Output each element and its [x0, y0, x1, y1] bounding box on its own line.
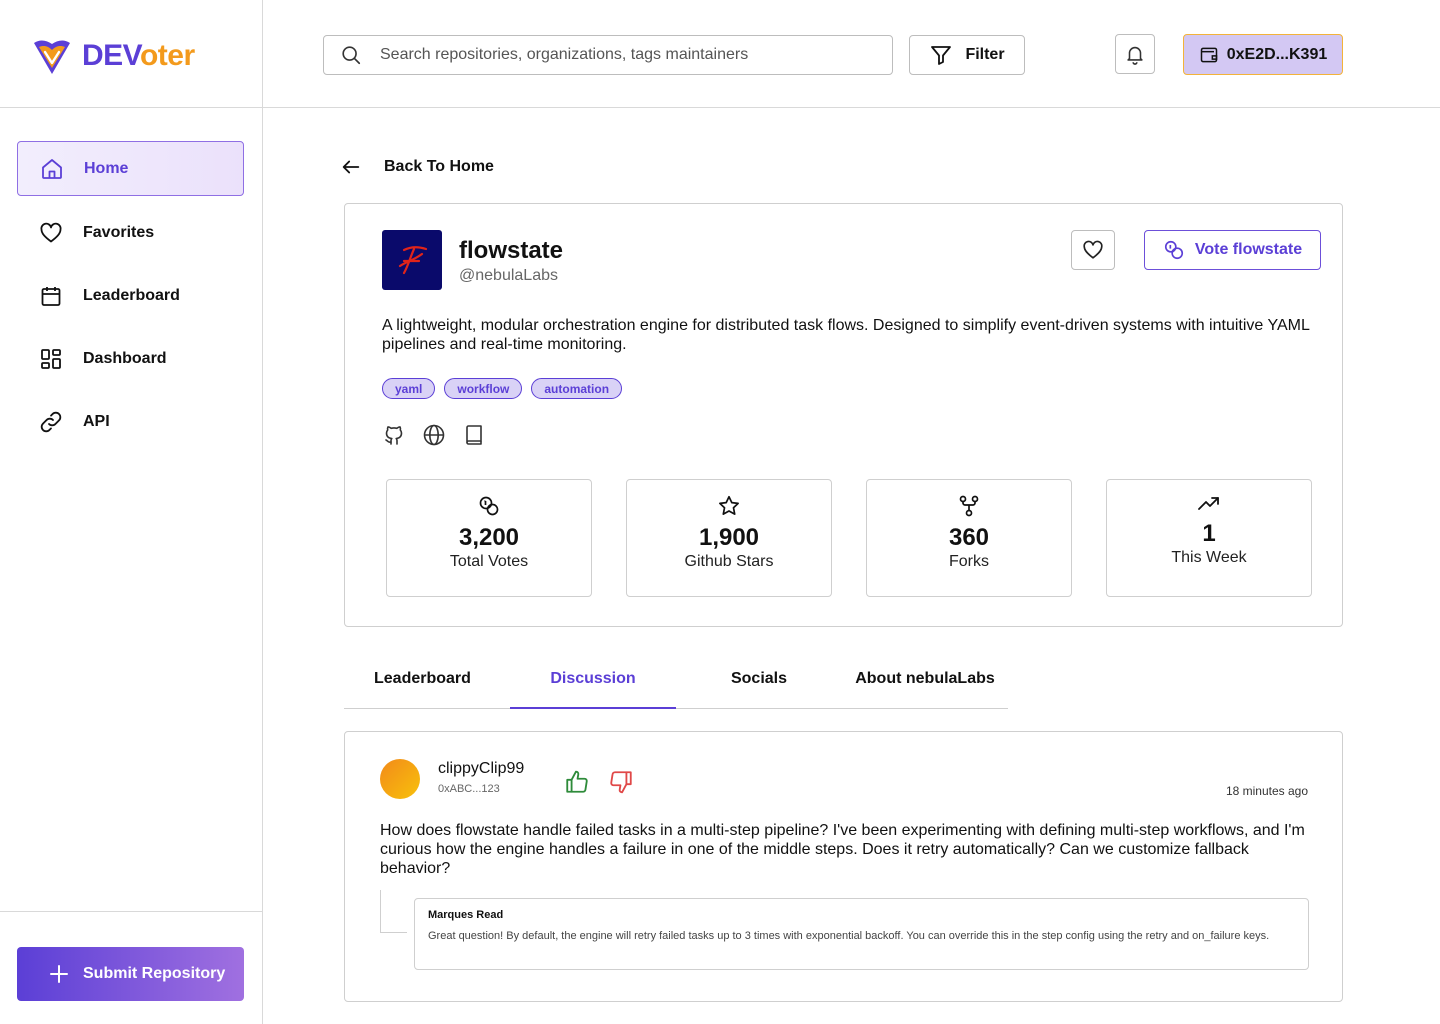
sidebar-item-label: Leaderboard	[83, 286, 180, 304]
plus-icon	[50, 965, 68, 983]
stat-github-stars: 1,900 Github Stars	[626, 479, 832, 597]
sidebar-item-label: Dashboard	[83, 349, 167, 367]
tab-about[interactable]: About nebulaLabs	[842, 650, 1008, 708]
back-to-home-link[interactable]: Back To Home	[340, 156, 494, 178]
filter-icon	[931, 46, 952, 65]
submit-repository-button[interactable]: Submit Repository	[17, 947, 244, 1001]
book-icon[interactable]	[462, 423, 486, 447]
wallet-address: 0xE2D...K391	[1226, 45, 1328, 63]
avatar[interactable]	[380, 759, 420, 799]
wallet-icon	[1200, 47, 1217, 62]
header-divider	[263, 107, 1440, 108]
sidebar-item-leaderboard[interactable]: Leaderboard	[17, 268, 244, 323]
comment-body: How does flowstate handle failed tasks i…	[380, 822, 1305, 877]
stat-value: 1	[1202, 520, 1216, 547]
heart-icon	[38, 220, 64, 246]
sidebar-item-label: API	[83, 412, 110, 430]
back-to-home-label: Back To Home	[384, 158, 494, 175]
link-icon	[38, 409, 64, 435]
fork-icon	[959, 495, 979, 517]
filter-label: Filter	[965, 46, 1005, 63]
comment-timestamp: 18 minutes ago	[1225, 784, 1308, 798]
stat-value: 1,900	[698, 524, 760, 551]
comment-username[interactable]: clippyClip99	[438, 760, 524, 778]
sidebar-item-api[interactable]: API	[17, 394, 244, 449]
logo-text-dev: DEV	[82, 39, 140, 72]
wallet-button[interactable]: 0xE2D...K391	[1183, 34, 1343, 75]
logo-text: DEVoter	[82, 39, 195, 73]
discussion-thread: clippyClip99 0xABC...123 18 minutes ago …	[344, 731, 1343, 1002]
calendar-icon	[38, 283, 64, 309]
tag-list: yaml workflow automation	[382, 378, 623, 399]
tag-chip[interactable]: automation	[531, 378, 623, 399]
sidebar-item-favorites[interactable]: Favorites	[17, 205, 244, 260]
project-handle[interactable]: @nebulaLabs	[459, 267, 558, 285]
github-icon[interactable]	[382, 423, 406, 447]
project-description: A lightweight, modular orchestration eng…	[382, 317, 1310, 353]
devoter-logo[interactable]: DEVoter	[30, 34, 195, 78]
devoter-logo-icon	[34, 40, 70, 74]
sidebar-divider	[0, 107, 263, 108]
stat-forks: 360 Forks	[866, 479, 1072, 597]
tab-socials[interactable]: Socials	[676, 650, 842, 708]
sidebar-item-dashboard[interactable]: Dashboard	[17, 331, 244, 386]
project-links	[382, 423, 486, 447]
project-tabs: Leaderboard Discussion Socials About neb…	[344, 650, 1008, 709]
tab-leaderboard[interactable]: Leaderboard	[344, 650, 510, 708]
stat-label: This Week	[1171, 549, 1247, 566]
project-name: flowstate	[459, 237, 564, 264]
search-icon	[342, 46, 361, 65]
notifications-button[interactable]	[1115, 34, 1155, 74]
sidebar-nav: Home Favorites Leaderboard Dashboard API	[17, 141, 244, 457]
comment-address: 0xABC...123	[438, 783, 500, 795]
favorite-button[interactable]	[1071, 230, 1115, 270]
tag-chip[interactable]: yaml	[382, 378, 436, 399]
arrow-left-icon	[342, 160, 360, 174]
vote-button-label: Vote flowstate	[1194, 241, 1303, 258]
thumbs-up-icon[interactable]	[564, 769, 590, 795]
tab-discussion[interactable]: Discussion	[510, 650, 676, 709]
heart-icon	[1083, 240, 1103, 259]
thumbs-down-icon[interactable]	[608, 769, 634, 795]
stat-total-votes: 3,200 Total Votes	[386, 479, 592, 597]
vote-button[interactable]: Vote flowstate	[1144, 230, 1321, 270]
globe-icon[interactable]	[422, 423, 446, 447]
dashboard-grid-icon	[38, 346, 64, 372]
stat-label: Forks	[949, 553, 989, 570]
project-card: flowstate @nebulaLabs Vote flowstate A l…	[344, 203, 1343, 627]
logo-text-oter: oter	[139, 39, 195, 72]
project-stats: 3,200 Total Votes 1,900 Github Stars 360…	[386, 479, 1312, 597]
sidebar-bottom-divider	[0, 911, 263, 912]
search-bar[interactable]	[323, 35, 893, 75]
sidebar: DEVoter Home Favorites Leaderboard Dashb…	[0, 0, 263, 1024]
star-icon	[719, 495, 739, 515]
reply-author[interactable]: Marques Read	[428, 909, 1295, 921]
tag-chip[interactable]: workflow	[444, 378, 523, 399]
reply-card: Marques Read Great question! By default,…	[414, 898, 1309, 970]
sidebar-item-label: Home	[84, 159, 129, 177]
coins-icon	[479, 496, 499, 516]
search-input[interactable]	[380, 46, 860, 64]
sidebar-item-home[interactable]: Home	[17, 141, 244, 196]
stat-value: 360	[948, 524, 990, 551]
project-logo	[382, 230, 442, 290]
stat-label: Github Stars	[684, 553, 774, 570]
coins-icon	[1164, 240, 1183, 260]
reply-connector	[380, 890, 407, 933]
trending-up-icon	[1198, 497, 1219, 510]
sidebar-item-label: Favorites	[83, 223, 155, 241]
stat-this-week: 1 This Week	[1106, 479, 1312, 597]
filter-button[interactable]: Filter	[909, 35, 1025, 75]
stat-label: Total Votes	[449, 553, 529, 570]
stat-value: 3,200	[458, 524, 520, 551]
reply-body: Great question! By default, the engine w…	[428, 930, 1270, 942]
bell-icon	[1127, 46, 1143, 65]
home-icon	[39, 156, 65, 182]
flowstate-logo-icon	[398, 246, 428, 275]
submit-repository-label: Submit Repository	[83, 965, 226, 982]
